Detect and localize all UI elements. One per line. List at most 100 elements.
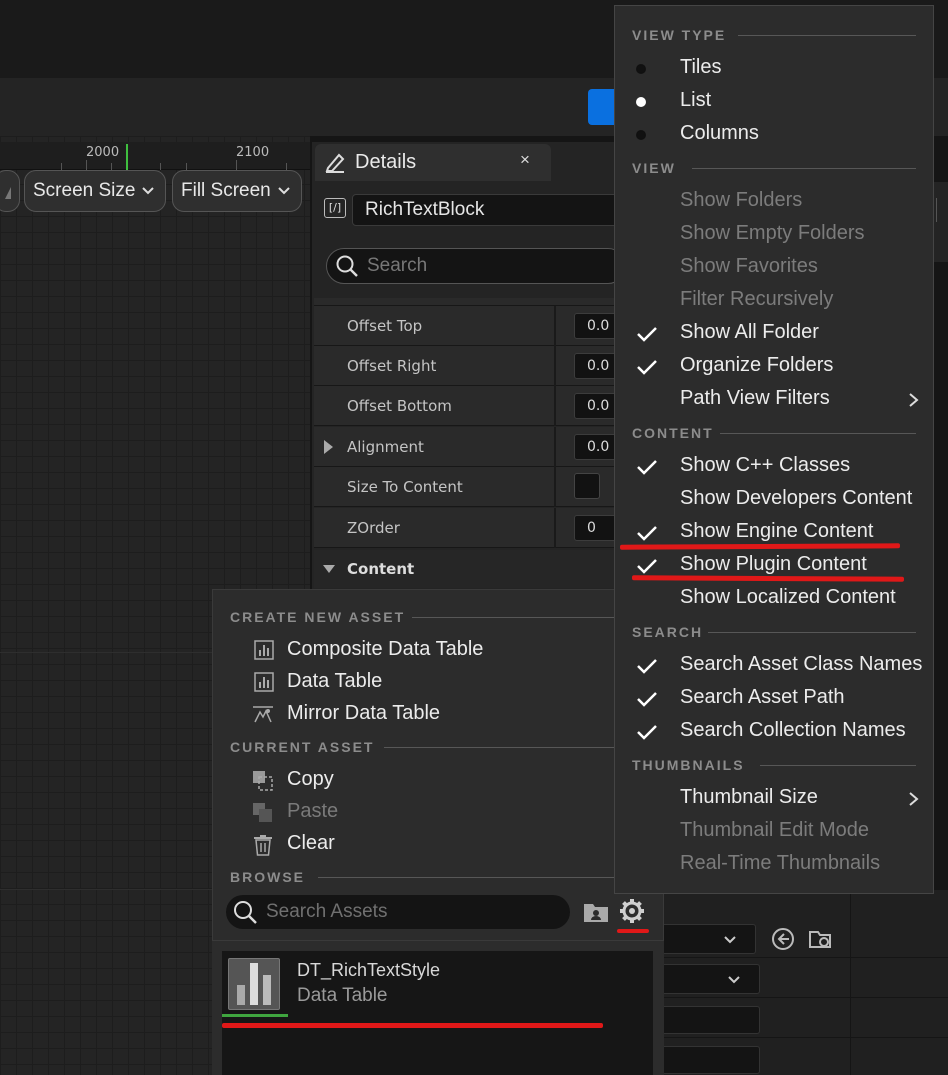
back-arrow-icon[interactable] (770, 926, 796, 952)
filter-recursively-item[interactable]: Filter Recursively (680, 288, 833, 311)
background-field[interactable] (660, 1046, 760, 1074)
browse-header: BROWSE (230, 869, 305, 885)
search-icon (234, 901, 257, 924)
radio-icon (636, 64, 646, 74)
viewport-guide (0, 889, 212, 890)
show-empty-folders-item[interactable]: Show Empty Folders (680, 222, 865, 245)
details-search-input[interactable]: Search (326, 248, 626, 284)
section-divider (738, 35, 916, 36)
thumbnails-header: THUMBNAILS (632, 757, 745, 773)
fill-screen-label: Fill Screen (181, 180, 271, 201)
size-to-content-checkbox[interactable] (574, 473, 600, 499)
property-divider (554, 467, 556, 507)
background-edge (936, 198, 948, 222)
search-asset-path-item[interactable]: Search Asset Path (680, 686, 845, 709)
search-assets-input[interactable]: Search Assets (226, 895, 570, 929)
asset-type: Data Table (297, 985, 388, 1006)
content-section-header[interactable]: Content (314, 550, 614, 588)
trash-icon (253, 834, 273, 860)
show-folders-item[interactable]: Show Folders (680, 189, 802, 212)
background-column (850, 890, 851, 1075)
ruler-tick (236, 160, 237, 170)
collapse-arrow-icon (323, 565, 335, 573)
property-label: Alignment (347, 438, 424, 456)
thumbnail-edit-mode-item[interactable]: Thumbnail Edit Mode (680, 819, 869, 842)
property-row-offset-top: Offset Top 0.0 (314, 306, 624, 346)
background-dropdown[interactable] (660, 924, 756, 954)
show-engine-content-item[interactable]: Show Engine Content (680, 520, 873, 543)
widget-name-field[interactable]: RichTextBlock (352, 194, 622, 226)
paste-item[interactable]: Paste (287, 800, 338, 823)
details-tab[interactable]: Details (315, 144, 551, 181)
triangle-icon (5, 187, 11, 199)
property-row-offset-bottom: Offset Bottom 0.0 (314, 386, 624, 426)
background-dropdown[interactable] (660, 964, 760, 994)
details-search-placeholder: Search (367, 255, 428, 276)
composite-data-table-item[interactable]: Composite Data Table (287, 638, 483, 661)
ruler-label: 2100 (236, 145, 270, 160)
mirror-data-table-item[interactable]: Mirror Data Table (287, 702, 440, 725)
gear-icon[interactable] (619, 898, 645, 928)
ruler-cursor-line (126, 144, 128, 170)
checkmark-icon (637, 327, 657, 342)
red-annotation-underline (617, 929, 649, 933)
background-field[interactable] (660, 1006, 760, 1034)
show-developers-content-item[interactable]: Show Developers Content (680, 487, 912, 510)
asset-name: DT_RichTextStyle (297, 960, 441, 980)
section-divider (760, 765, 916, 766)
show-favorites-item[interactable]: Show Favorites (680, 255, 818, 278)
red-annotation-underline (222, 1023, 603, 1028)
expand-arrow-icon[interactable] (324, 440, 333, 454)
show-cpp-classes-item[interactable]: Show C++ Classes (680, 454, 850, 477)
path-view-filters-item[interactable]: Path View Filters (680, 387, 830, 410)
content-section-label: Content (347, 560, 415, 578)
ruler-tick (186, 163, 187, 170)
show-localized-content-item[interactable]: Show Localized Content (680, 586, 896, 609)
checkmark-icon (637, 526, 657, 541)
thumbnail-size-item[interactable]: Thumbnail Size (680, 786, 818, 809)
property-divider (554, 427, 556, 467)
fill-screen-dropdown[interactable]: Fill Screen (172, 170, 302, 212)
real-time-thumbnails-item[interactable]: Real-Time Thumbnails (680, 852, 880, 875)
show-plugin-content-item[interactable]: Show Plugin Content (680, 553, 867, 576)
ruler-tick (61, 163, 62, 170)
clear-item[interactable]: Clear (287, 832, 335, 855)
screen-size-dropdown[interactable]: Screen Size (24, 170, 166, 212)
property-divider (554, 508, 556, 548)
viewport-guide (0, 652, 212, 653)
show-all-folder-item[interactable]: Show All Folder (680, 321, 819, 344)
chevron-down-icon (728, 976, 740, 984)
chevron-down-icon (724, 936, 736, 944)
browse-folder-icon[interactable] (808, 926, 834, 952)
view-type-tiles[interactable]: Tiles (680, 56, 721, 79)
checkmark-icon (637, 659, 657, 674)
view-type-columns[interactable]: Columns (680, 122, 759, 145)
asset-type-color-bar (222, 1014, 288, 1017)
preview-mode-pill[interactable] (0, 170, 20, 212)
search-assets-placeholder: Search Assets (266, 901, 388, 922)
search-collection-names-item[interactable]: Search Collection Names (680, 719, 906, 742)
chart-icon (254, 640, 274, 664)
section-divider (318, 877, 622, 878)
checkmark-icon (637, 559, 657, 574)
content-header: CONTENT (632, 425, 714, 441)
property-label: Offset Top (347, 317, 423, 335)
copy-item[interactable]: Copy (287, 768, 334, 791)
chevron-right-icon (909, 792, 919, 806)
chevron-down-icon (278, 187, 290, 195)
property-divider (554, 306, 556, 346)
property-row-partial (314, 298, 624, 306)
chevron-down-icon (142, 187, 155, 195)
section-divider (412, 617, 622, 618)
property-row-size-to-content: Size To Content (314, 467, 624, 507)
data-table-item[interactable]: Data Table (287, 670, 382, 693)
radio-icon (636, 130, 646, 140)
search-asset-class-names-item[interactable]: Search Asset Class Names (680, 653, 922, 676)
view-type-list[interactable]: List (680, 89, 711, 112)
close-icon[interactable]: × (520, 150, 530, 170)
browse-folder-icon[interactable] (583, 900, 609, 928)
ruler-tick (286, 163, 287, 170)
pencil-icon (325, 153, 345, 173)
organize-folders-item[interactable]: Organize Folders (680, 354, 833, 377)
property-label: Offset Right (347, 357, 437, 375)
